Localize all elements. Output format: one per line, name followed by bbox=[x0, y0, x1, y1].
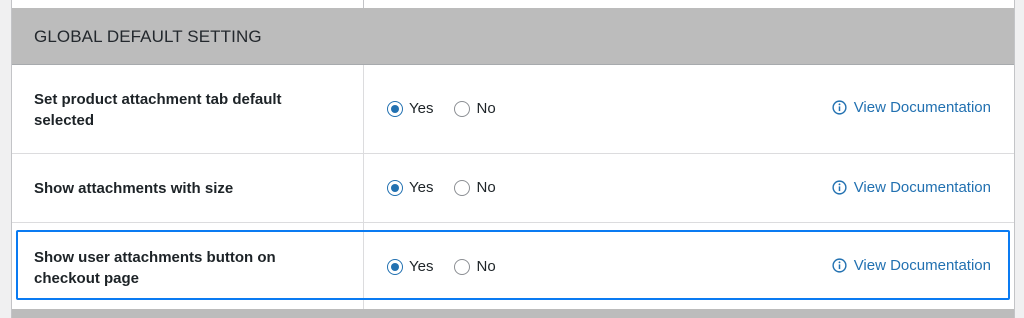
section-title: GLOBAL DEFAULT SETTING bbox=[34, 27, 262, 46]
setting-row-product-attachment-tab: Set product attachment tab default selec… bbox=[12, 65, 1014, 154]
radio-option-yes[interactable]: Yes bbox=[387, 179, 433, 196]
view-documentation-link[interactable]: View Documentation bbox=[832, 257, 991, 274]
setting-label-cell: Show attachments with size bbox=[12, 154, 364, 222]
yes-no-radio-group: Yes No bbox=[387, 179, 517, 196]
radio-option-yes[interactable]: Yes bbox=[387, 258, 433, 275]
settings-table: GLOBAL DEFAULT SETTING Set product attac… bbox=[11, 0, 1015, 318]
setting-label: Set product attachment tab default selec… bbox=[34, 91, 282, 129]
radio-label-yes: Yes bbox=[409, 179, 434, 196]
view-documentation-link[interactable]: View Documentation bbox=[832, 179, 991, 196]
radio-label-no: No bbox=[476, 100, 496, 117]
radio-yes[interactable] bbox=[387, 258, 403, 275]
view-documentation-text: View Documentation bbox=[853, 257, 991, 274]
radio-no[interactable] bbox=[454, 100, 471, 117]
previous-row-edge bbox=[12, 0, 1014, 8]
yes-no-radio-group: Yes No bbox=[387, 258, 517, 275]
setting-label-cell: Show user attachments button on checkout… bbox=[12, 223, 364, 309]
setting-label-cell: Set product attachment tab default selec… bbox=[12, 65, 364, 153]
view-documentation-text: View Documentation bbox=[853, 179, 991, 196]
radio-label-no: No bbox=[476, 258, 496, 275]
radio-option-no[interactable]: No bbox=[454, 179, 496, 196]
radio-option-no[interactable]: No bbox=[454, 100, 496, 117]
radio-label-yes: Yes bbox=[409, 100, 434, 117]
section-header: GLOBAL DEFAULT SETTING bbox=[12, 8, 1014, 65]
setting-label: Show attachments with size bbox=[34, 180, 234, 197]
setting-label: Show user attachments button on checkout… bbox=[34, 249, 276, 287]
info-icon bbox=[832, 258, 847, 273]
radio-option-no[interactable]: No bbox=[454, 258, 496, 275]
setting-row-user-attachments-checkout: Show user attachments button on checkout… bbox=[12, 223, 1014, 309]
radio-label-no: No bbox=[476, 179, 496, 196]
radio-no[interactable] bbox=[454, 258, 471, 275]
next-section-edge bbox=[12, 309, 1014, 318]
radio-no[interactable] bbox=[454, 179, 471, 196]
view-documentation-text: View Documentation bbox=[853, 99, 991, 116]
view-documentation-link[interactable]: View Documentation bbox=[832, 99, 991, 116]
radio-option-yes[interactable]: Yes bbox=[387, 100, 433, 117]
setting-row-attachments-with-size: Show attachments with size Yes No View D… bbox=[12, 154, 1014, 223]
radio-yes[interactable] bbox=[387, 179, 403, 196]
info-icon bbox=[832, 100, 847, 115]
column-divider bbox=[363, 0, 364, 8]
radio-label-yes: Yes bbox=[409, 258, 434, 275]
radio-yes[interactable] bbox=[387, 100, 403, 117]
info-icon bbox=[832, 180, 847, 195]
yes-no-radio-group: Yes No bbox=[387, 100, 517, 117]
